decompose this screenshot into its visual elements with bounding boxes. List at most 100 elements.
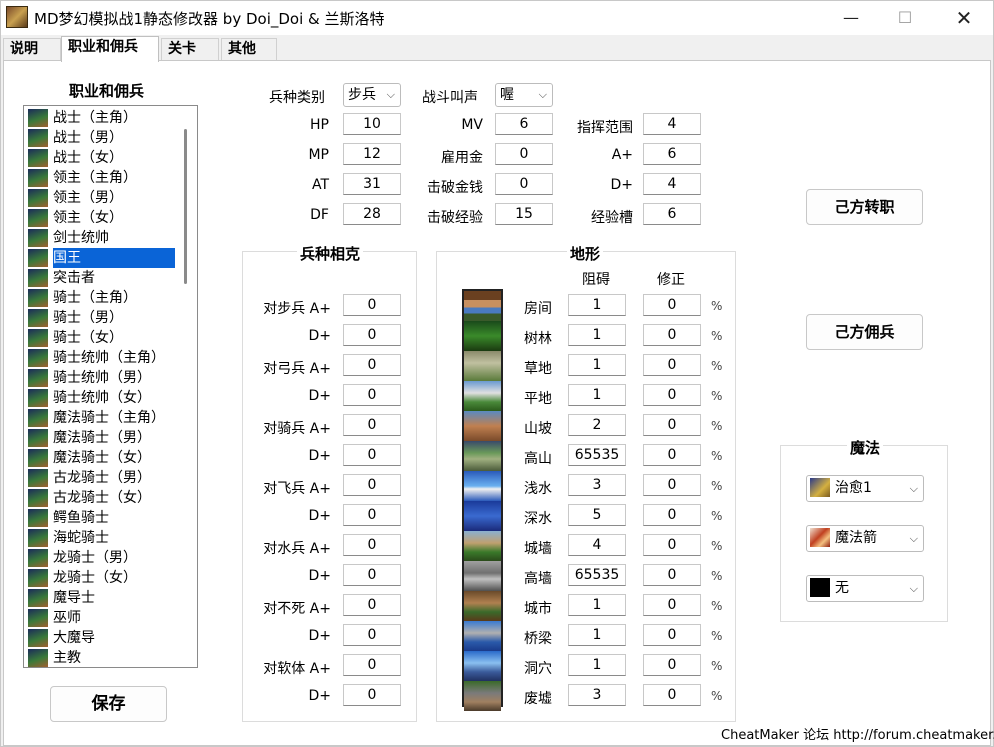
list-item[interactable]: 魔法骑士（主角） bbox=[28, 408, 174, 428]
save-button[interactable]: 保存 bbox=[50, 686, 167, 722]
terrain-block-field[interactable]: 1 bbox=[568, 594, 626, 616]
listbox-scrollbar[interactable] bbox=[184, 129, 187, 284]
stat-field[interactable]: 6 bbox=[643, 203, 701, 225]
list-item[interactable]: 突击者 bbox=[28, 268, 174, 288]
matchup-defense-field[interactable]: 0 bbox=[343, 444, 401, 466]
job-listbox[interactable]: 战士（主角） 战士（男） 战士（女） 领主（主角） 领主（男） 领主（女） 剑士统帅 国王 突击… bbox=[23, 105, 198, 668]
terrain-mod-field[interactable]: 0 bbox=[643, 654, 701, 676]
matchup-defense-field[interactable]: 0 bbox=[343, 564, 401, 586]
terrain-mod-field[interactable]: 0 bbox=[643, 534, 701, 556]
battle-cry-select[interactable]: 喔 ⌵ bbox=[495, 83, 553, 107]
terrain-block-field[interactable]: 1 bbox=[568, 324, 626, 346]
terrain-block-field[interactable]: 4 bbox=[568, 534, 626, 556]
stat-field[interactable]: 10 bbox=[343, 113, 401, 135]
list-item[interactable]: 骑士（女） bbox=[28, 328, 174, 348]
terrain-mod-field[interactable]: 0 bbox=[643, 474, 701, 496]
list-item[interactable]: 骑士统帅（男） bbox=[28, 368, 174, 388]
tab-other[interactable]: 其他 bbox=[221, 38, 277, 60]
magic-slot-3-select[interactable]: 无 ⌵ bbox=[806, 575, 924, 602]
list-item[interactable]: 龙骑士（男） bbox=[28, 548, 174, 568]
terrain-mod-field[interactable]: 0 bbox=[643, 594, 701, 616]
list-item[interactable]: 战士（女） bbox=[28, 148, 174, 168]
list-item[interactable]: 领主（男） bbox=[28, 188, 174, 208]
list-item[interactable]: 国王 bbox=[28, 247, 176, 269]
stat-field[interactable]: 15 bbox=[495, 203, 553, 225]
matchup-attack-field[interactable]: 0 bbox=[343, 594, 401, 616]
list-item[interactable]: 骑士统帅（女） bbox=[28, 388, 174, 408]
matchup-defense-field[interactable]: 0 bbox=[343, 684, 401, 706]
list-item[interactable]: 古龙骑士（男） bbox=[28, 468, 174, 488]
list-item[interactable]: 大魔导 bbox=[28, 628, 174, 648]
matchup-attack-field[interactable]: 0 bbox=[343, 294, 401, 316]
maximize-button[interactable]: ☐ bbox=[875, 1, 935, 35]
matchup-defense-field[interactable]: 0 bbox=[343, 384, 401, 406]
list-item[interactable]: 骑士统帅（主角） bbox=[28, 348, 174, 368]
list-item[interactable]: 主教 bbox=[28, 648, 174, 667]
stat-field[interactable]: 28 bbox=[343, 203, 401, 225]
matchup-attack-field[interactable]: 0 bbox=[343, 654, 401, 676]
terrain-block-field[interactable]: 65535 bbox=[568, 444, 626, 466]
terrain-block-field[interactable]: 3 bbox=[568, 474, 626, 496]
terrain-mod-field[interactable]: 0 bbox=[643, 444, 701, 466]
minimize-button[interactable]: — bbox=[821, 1, 881, 35]
list-item[interactable]: 鳄鱼骑士 bbox=[28, 508, 174, 528]
unit-type-select[interactable]: 步兵 ⌵ bbox=[343, 83, 401, 107]
matchup-defense-field[interactable]: 0 bbox=[343, 504, 401, 526]
terrain-mod-field[interactable]: 0 bbox=[643, 384, 701, 406]
terrain-block-field[interactable]: 1 bbox=[568, 354, 626, 376]
mercenary-button[interactable]: 己方佣兵 bbox=[806, 314, 923, 350]
stat-field[interactable]: 6 bbox=[495, 113, 553, 135]
list-item[interactable]: 战士（男） bbox=[28, 128, 174, 148]
stat-field[interactable]: 4 bbox=[643, 113, 701, 135]
terrain-block-field[interactable]: 1 bbox=[568, 624, 626, 646]
magic-slot-2-select[interactable]: 魔法箭 ⌵ bbox=[806, 525, 924, 552]
list-item[interactable]: 魔导士 bbox=[28, 588, 174, 608]
matchup-defense-field[interactable]: 0 bbox=[343, 324, 401, 346]
terrain-mod-field[interactable]: 0 bbox=[643, 324, 701, 346]
terrain-block-field[interactable]: 1 bbox=[568, 654, 626, 676]
list-item[interactable]: 战士（主角） bbox=[28, 108, 174, 128]
list-item[interactable]: 骑士（男） bbox=[28, 308, 174, 328]
list-item[interactable]: 海蛇骑士 bbox=[28, 528, 174, 548]
stat-field[interactable]: 31 bbox=[343, 173, 401, 195]
list-item[interactable]: 龙骑士（女） bbox=[28, 568, 174, 588]
list-item[interactable]: 魔法骑士（女） bbox=[28, 448, 174, 468]
terrain-mod-field[interactable]: 0 bbox=[643, 624, 701, 646]
list-item[interactable]: 骑士（主角） bbox=[28, 288, 174, 308]
matchup-attack-field[interactable]: 0 bbox=[343, 354, 401, 376]
stat-field[interactable]: 12 bbox=[343, 143, 401, 165]
list-item[interactable]: 剑士统帅 bbox=[28, 228, 174, 248]
matchup-attack-field[interactable]: 0 bbox=[343, 534, 401, 556]
terrain-block-field[interactable]: 1 bbox=[568, 384, 626, 406]
terrain-block-field[interactable]: 65535 bbox=[568, 564, 626, 586]
terrain-block-field[interactable]: 5 bbox=[568, 504, 626, 526]
close-button[interactable]: ✕ bbox=[934, 1, 994, 35]
stat-field[interactable]: 4 bbox=[643, 173, 701, 195]
matchup-attack-field[interactable]: 0 bbox=[343, 414, 401, 436]
tab-jobs[interactable]: 职业和佣兵 bbox=[61, 36, 159, 62]
list-item[interactable]: 领主（主角） bbox=[28, 168, 174, 188]
tab-stages[interactable]: 关卡 bbox=[161, 38, 219, 60]
stat-field[interactable]: 0 bbox=[495, 173, 553, 195]
terrain-mod-field[interactable]: 0 bbox=[643, 414, 701, 436]
stat-field[interactable]: 6 bbox=[643, 143, 701, 165]
terrain-block-field[interactable]: 3 bbox=[568, 684, 626, 706]
terrain-mod-field[interactable]: 0 bbox=[643, 294, 701, 316]
terrain-block-field[interactable]: 1 bbox=[568, 294, 626, 316]
matchup-attack-field[interactable]: 0 bbox=[343, 474, 401, 496]
terrain-mod-field[interactable]: 0 bbox=[643, 684, 701, 706]
title-bar[interactable]: MD梦幻模拟战1静态修改器 by Doi_Doi & 兰斯洛特 — ☐ ✕ bbox=[1, 1, 993, 35]
magic-slot-1-select[interactable]: 治愈1 ⌵ bbox=[806, 475, 924, 502]
stat-field[interactable]: 0 bbox=[495, 143, 553, 165]
list-item[interactable]: 巫师 bbox=[28, 608, 174, 628]
list-item[interactable]: 古龙骑士（女） bbox=[28, 488, 174, 508]
tab-readme[interactable]: 说明 bbox=[3, 38, 61, 60]
list-item[interactable]: 领主（女） bbox=[28, 208, 174, 228]
terrain-mod-field[interactable]: 0 bbox=[643, 564, 701, 586]
job-change-button[interactable]: 己方转职 bbox=[806, 189, 923, 225]
matchup-defense-field[interactable]: 0 bbox=[343, 624, 401, 646]
terrain-mod-field[interactable]: 0 bbox=[643, 504, 701, 526]
terrain-block-field[interactable]: 2 bbox=[568, 414, 626, 436]
list-item[interactable]: 魔法骑士（男） bbox=[28, 428, 174, 448]
terrain-mod-field[interactable]: 0 bbox=[643, 354, 701, 376]
